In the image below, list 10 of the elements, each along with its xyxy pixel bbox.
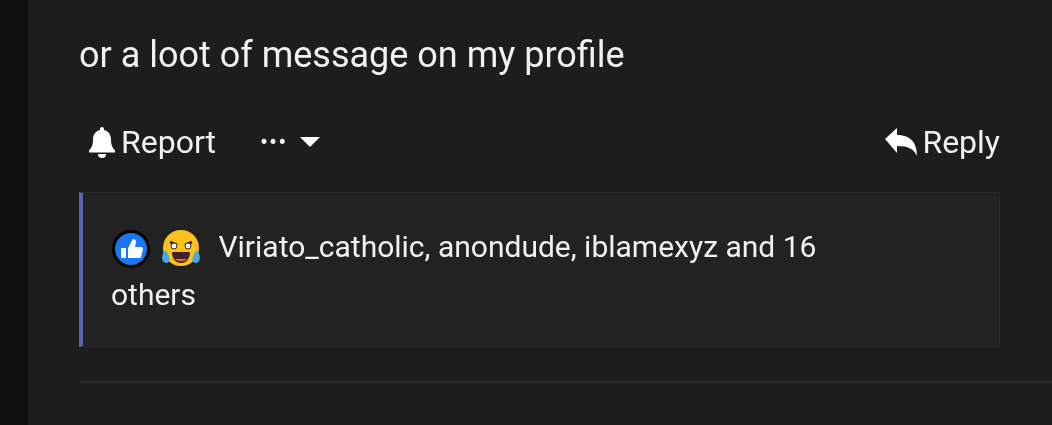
caret-icon <box>299 136 322 148</box>
report-button[interactable]: Report <box>79 123 216 161</box>
reply-arrow-icon <box>884 127 919 157</box>
reactors-text[interactable]: others <box>111 277 196 312</box>
reactors-text[interactable]: Viriato_catholic, anondude, iblamexyz and 16 <box>218 229 817 264</box>
thumbs-up-icon <box>111 229 151 270</box>
bell-icon <box>87 125 117 159</box>
reply-button[interactable]: Reply <box>876 123 1000 161</box>
more-options-button[interactable]: ••• <box>252 128 322 156</box>
message-text: or a loot of message on my profile <box>79 33 626 78</box>
